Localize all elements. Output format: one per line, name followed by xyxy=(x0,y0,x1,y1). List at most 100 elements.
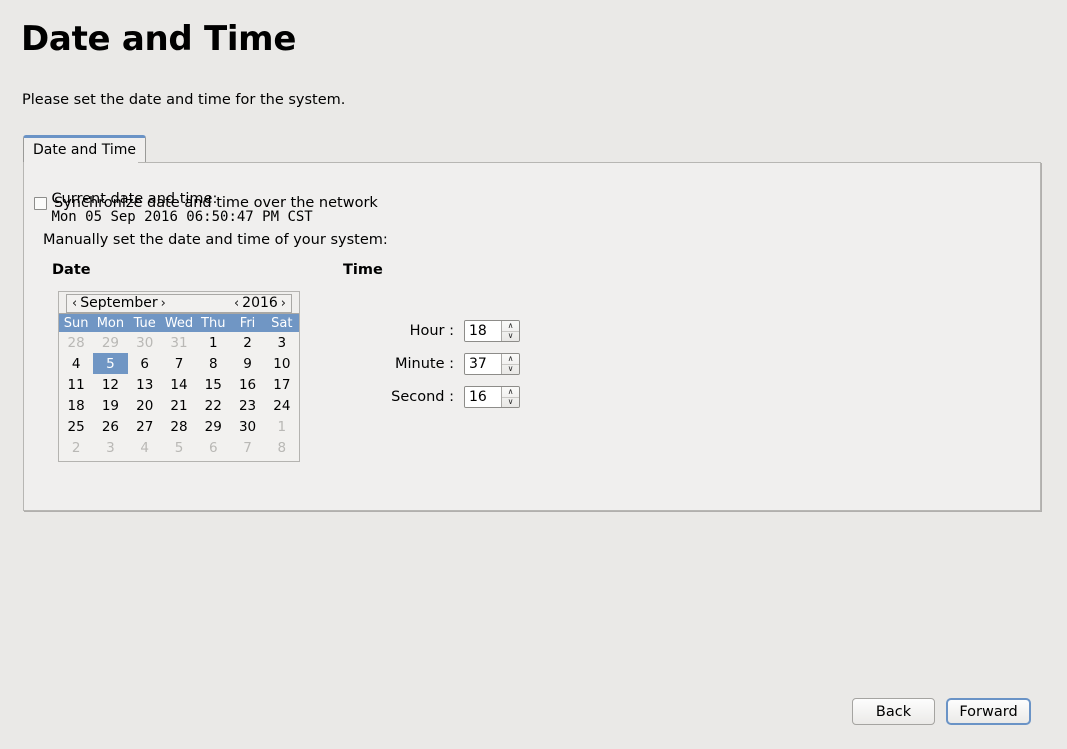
calendar-day-cell[interactable]: 30 xyxy=(128,332,162,353)
minute-decrement-icon[interactable]: ∨ xyxy=(502,365,519,375)
calendar-day-cell[interactable]: 8 xyxy=(196,353,230,374)
calendar-day-cell[interactable]: 7 xyxy=(162,353,196,374)
calendar-day-cell[interactable]: 14 xyxy=(162,374,196,395)
calendar-day-cell[interactable]: 16 xyxy=(230,374,264,395)
time-section-title: Time xyxy=(343,262,383,278)
back-button-label: Back xyxy=(875,703,912,720)
calendar-day-cell[interactable]: 19 xyxy=(93,395,127,416)
hour-label: Hour : xyxy=(409,323,454,339)
minute-spinner[interactable]: 37 ∧ ∨ xyxy=(464,353,520,375)
calendar-year-label: 2016 xyxy=(242,295,278,311)
calendar-day-cell[interactable]: 26 xyxy=(93,416,127,437)
calendar-week-row: 4 5 6 7 8 9 10 xyxy=(59,353,299,374)
calendar-weekday-tue: Tue xyxy=(127,314,162,332)
calendar-weekday-thu: Thu xyxy=(196,314,231,332)
tab-panel-joint xyxy=(24,161,138,163)
calendar-grid: Sun Mon Tue Wed Thu Fri Sat 28 29 30 31 1 2 3 4 5 6 7 8 9 1… xyxy=(59,314,299,458)
calendar-day-cell[interactable]: 29 xyxy=(196,416,230,437)
forward-button[interactable]: Forward xyxy=(946,698,1031,725)
calendar-day-cell[interactable]: 4 xyxy=(59,353,93,374)
calendar-weekday-mon: Mon xyxy=(93,314,128,332)
second-row: Second : 16 ∧ ∨ xyxy=(354,386,520,408)
tab-date-and-time[interactable]: Date and Time xyxy=(23,135,146,162)
date-section-title: Date xyxy=(52,262,91,278)
second-increment-icon[interactable]: ∧ xyxy=(502,387,519,398)
hour-spinner[interactable]: 18 ∧ ∨ xyxy=(464,320,520,342)
calendar-weekday-row: Sun Mon Tue Wed Thu Fri Sat xyxy=(59,314,299,332)
forward-button-label: Forward xyxy=(959,703,1018,720)
manual-set-label: Manually set the date and time of your s… xyxy=(43,232,388,248)
sync-network-row[interactable]: Synchronize date and time over the netwo… xyxy=(34,195,378,211)
calendar-weekday-wed: Wed xyxy=(161,314,197,332)
calendar-day-cell[interactable]: 21 xyxy=(162,395,196,416)
tab-label: Date and Time xyxy=(33,142,136,158)
calendar-day-cell[interactable]: 8 xyxy=(265,437,299,458)
calendar-day-cell[interactable]: 6 xyxy=(196,437,230,458)
calendar-year-nav: ‹ 2016 › xyxy=(233,296,287,310)
calendar-weekday-sat: Sat xyxy=(264,314,299,332)
calendar-day-cell[interactable]: 25 xyxy=(59,416,93,437)
calendar-day-cell[interactable]: 23 xyxy=(230,395,264,416)
second-spinner-buttons: ∧ ∨ xyxy=(501,387,519,407)
calendar-day-cell[interactable]: 1 xyxy=(265,416,299,437)
hour-row: Hour : 18 ∧ ∨ xyxy=(354,320,520,342)
calendar-day-cell[interactable]: 18 xyxy=(59,395,93,416)
calendar-day-cell[interactable]: 27 xyxy=(128,416,162,437)
calendar-week-row: 28 29 30 31 1 2 3 xyxy=(59,332,299,353)
calendar-header: ‹ September › ‹ 2016 › xyxy=(59,292,299,314)
calendar-day-cell[interactable]: 29 xyxy=(93,332,127,353)
calendar-day-cell[interactable]: 15 xyxy=(196,374,230,395)
prev-month-icon[interactable]: ‹ xyxy=(71,297,78,310)
calendar-day-cell[interactable]: 2 xyxy=(59,437,93,458)
calendar-day-cell[interactable]: 6 xyxy=(128,353,162,374)
calendar-day-cell[interactable]: 3 xyxy=(93,437,127,458)
back-button[interactable]: Back xyxy=(852,698,935,725)
next-year-icon[interactable]: › xyxy=(280,297,287,310)
calendar-day-cell[interactable]: 4 xyxy=(128,437,162,458)
calendar-day-cell[interactable]: 2 xyxy=(230,332,264,353)
minute-increment-icon[interactable]: ∧ xyxy=(502,354,519,365)
calendar-day-cell[interactable]: 12 xyxy=(93,374,127,395)
hour-spinner-buttons: ∧ ∨ xyxy=(501,321,519,341)
calendar-day-cell[interactable]: 17 xyxy=(265,374,299,395)
next-month-icon[interactable]: › xyxy=(160,297,167,310)
hour-increment-icon[interactable]: ∧ xyxy=(502,321,519,332)
calendar-day-cell[interactable]: 24 xyxy=(265,395,299,416)
minute-spinner-buttons: ∧ ∨ xyxy=(501,354,519,374)
calendar-day-cell[interactable]: 31 xyxy=(162,332,196,353)
calendar-day-cell[interactable]: 22 xyxy=(196,395,230,416)
calendar-month-nav: ‹ September › xyxy=(71,296,167,310)
hour-input[interactable]: 18 xyxy=(465,321,501,341)
second-spinner[interactable]: 16 ∧ ∨ xyxy=(464,386,520,408)
calendar-day-cell[interactable]: 10 xyxy=(265,353,299,374)
calendar-day-cell[interactable]: 7 xyxy=(230,437,264,458)
calendar-header-inner: ‹ September › ‹ 2016 › xyxy=(66,293,292,313)
calendar-day-cell[interactable]: 1 xyxy=(196,332,230,353)
calendar-week-row: 2345678 xyxy=(59,437,299,458)
calendar-day-cell[interactable]: 28 xyxy=(162,416,196,437)
page-title: Date and Time xyxy=(21,19,297,59)
calendar-day-cell[interactable]: 9 xyxy=(230,353,264,374)
calendar-day-cell[interactable]: 28 xyxy=(59,332,93,353)
calendar-day-cell[interactable]: 20 xyxy=(128,395,162,416)
sync-network-checkbox[interactable] xyxy=(34,196,47,210)
calendar-week-row: 25 26 27 28 29 30 1 xyxy=(59,416,299,437)
calendar-day-rows: 28 29 30 31 1 2 3 4 5 6 7 8 9 10 11 12 13 14 15 16 17 18 19 20 2… xyxy=(59,332,299,458)
second-input[interactable]: 16 xyxy=(465,387,501,407)
calendar-widget[interactable]: ‹ September › ‹ 2016 › Sun Mon Tue Wed Thu Fr… xyxy=(58,291,300,462)
calendar-month-label: September xyxy=(80,295,158,311)
hour-decrement-icon[interactable]: ∨ xyxy=(502,332,519,342)
calendar-day-cell[interactable]: 30 xyxy=(230,416,264,437)
prev-year-icon[interactable]: ‹ xyxy=(233,297,240,310)
calendar-week-row: 18 19 20 21 22 23 24 xyxy=(59,395,299,416)
second-decrement-icon[interactable]: ∨ xyxy=(502,398,519,408)
page-subtitle: Please set the date and time for the sys… xyxy=(22,92,346,108)
calendar-day-cell[interactable]: 5 xyxy=(162,437,196,458)
sync-network-label: Synchronize date and time over the netwo… xyxy=(54,195,378,211)
calendar-day-cell[interactable]: 3 xyxy=(265,332,299,353)
calendar-day-cell[interactable]: 13 xyxy=(128,374,162,395)
calendar-day-cell[interactable]: 5 xyxy=(93,353,128,374)
minute-input[interactable]: 37 xyxy=(465,354,501,374)
calendar-day-cell[interactable]: 11 xyxy=(59,374,93,395)
minute-label: Minute : xyxy=(394,356,454,372)
